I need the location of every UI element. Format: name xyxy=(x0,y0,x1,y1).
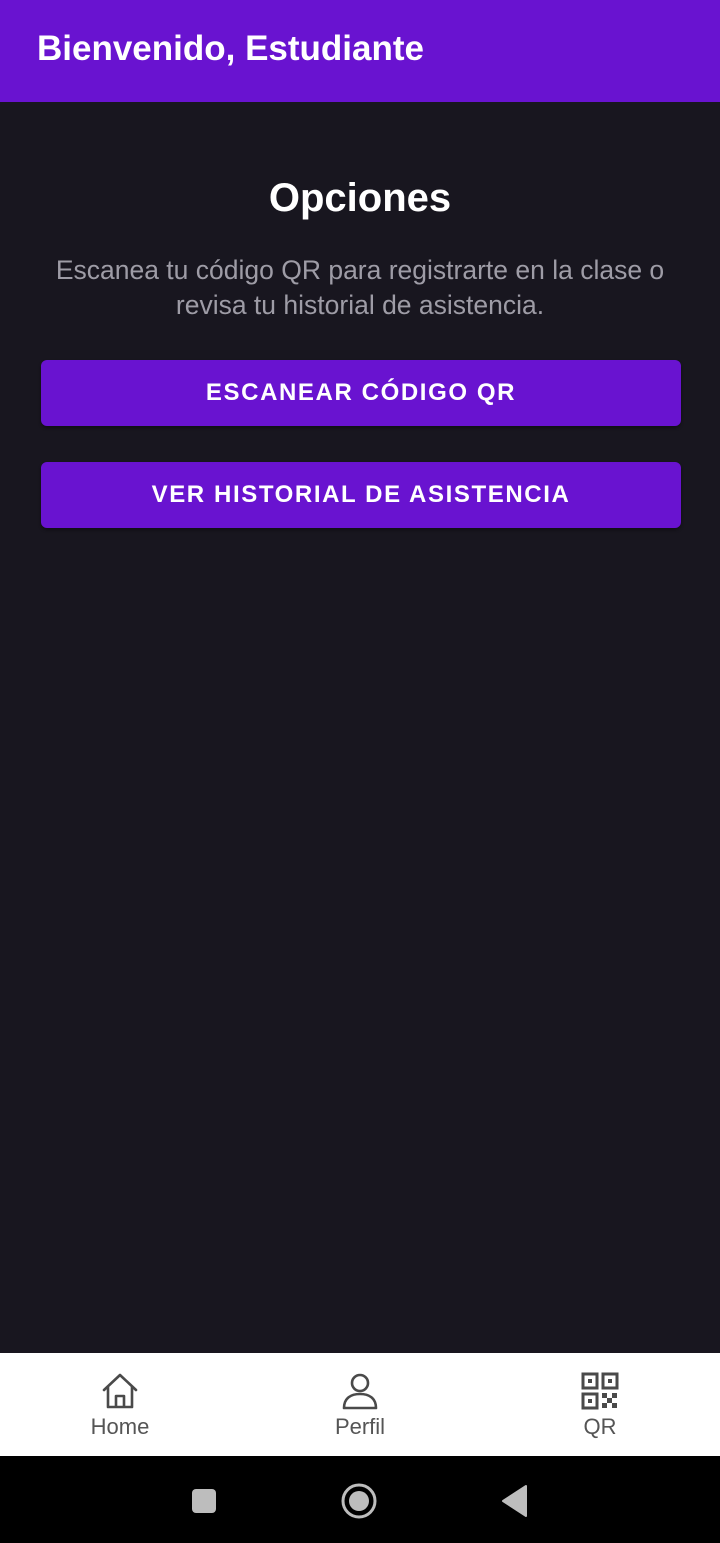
page-title: Opciones xyxy=(268,176,452,220)
home-circle-icon[interactable] xyxy=(339,1481,379,1521)
recent-apps-icon[interactable] xyxy=(184,1481,224,1521)
nav-label-profile: Perfil xyxy=(334,1414,386,1439)
qr-code-icon xyxy=(581,1372,619,1410)
bottom-navigation: Home Perfil QR xyxy=(0,1353,720,1456)
scan-qr-button[interactable]: ESCANEAR CÓDIGO QR xyxy=(41,360,681,426)
nav-item-qr[interactable]: QR xyxy=(480,1353,720,1456)
home-icon xyxy=(102,1373,138,1409)
nav-item-profile[interactable]: Perfil xyxy=(240,1353,480,1456)
system-navigation-bar xyxy=(0,1456,720,1543)
app-screen: Bienvenido, Estudiante Opciones Escanea … xyxy=(0,0,720,1543)
nav-item-home[interactable]: Home xyxy=(0,1353,240,1456)
nav-label-home: Home xyxy=(90,1414,150,1439)
attendance-history-button[interactable]: VER HISTORIAL DE ASISTENCIA xyxy=(41,462,681,528)
instructions-text: Escanea tu código QR para registrarte en… xyxy=(55,255,665,320)
app-bar-title: Bienvenido, Estudiante xyxy=(37,29,424,68)
person-icon xyxy=(342,1373,378,1410)
app-bar: Bienvenido, Estudiante xyxy=(0,0,720,102)
nav-label-qr: QR xyxy=(583,1414,617,1439)
main-content: Opciones Escanea tu código QR para regis… xyxy=(0,102,720,1353)
back-triangle-icon[interactable] xyxy=(496,1481,536,1521)
